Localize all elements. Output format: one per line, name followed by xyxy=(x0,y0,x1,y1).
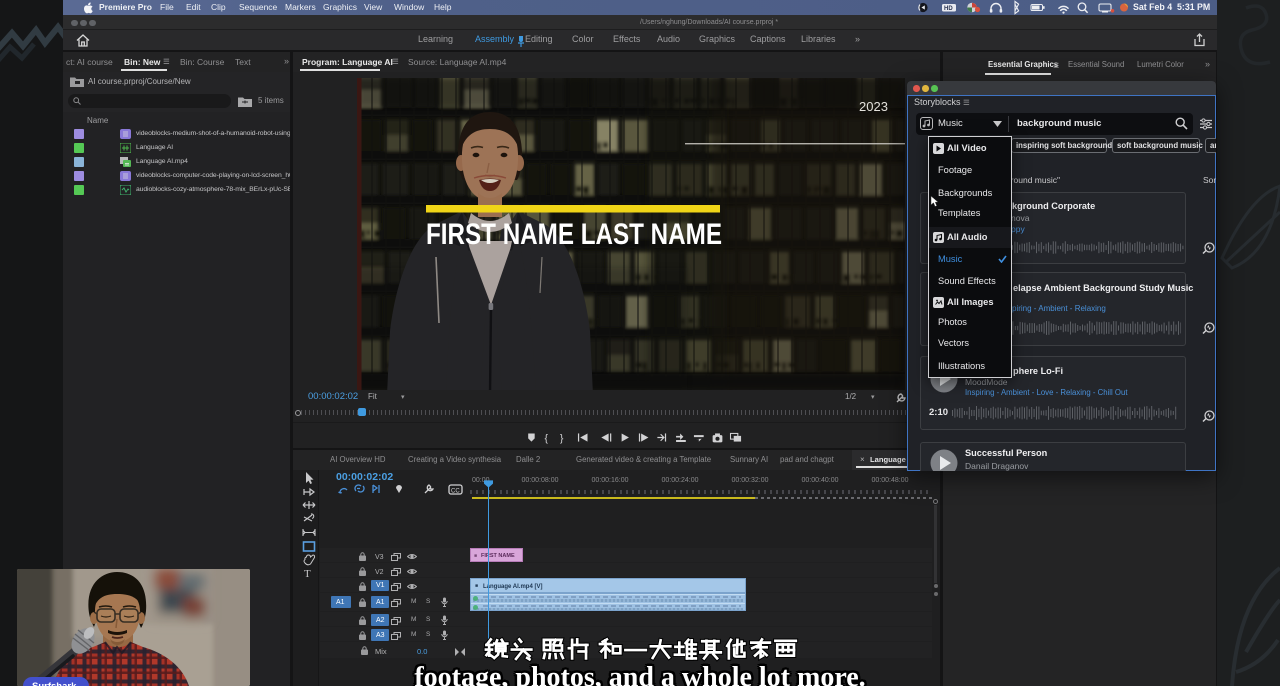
svg-text:{: { xyxy=(544,433,548,444)
svg-text:T: T xyxy=(304,568,311,580)
svg-text:Surfshark: Surfshark xyxy=(32,681,77,686)
svg-text:CC: CC xyxy=(451,489,460,495)
svg-text:HD: HD xyxy=(944,6,953,12)
svg-text:2023: 2023 xyxy=(859,99,888,114)
svg-text:FIRST NAME LAST NAME: FIRST NAME LAST NAME xyxy=(426,218,722,251)
svg-text:}: } xyxy=(560,433,564,444)
